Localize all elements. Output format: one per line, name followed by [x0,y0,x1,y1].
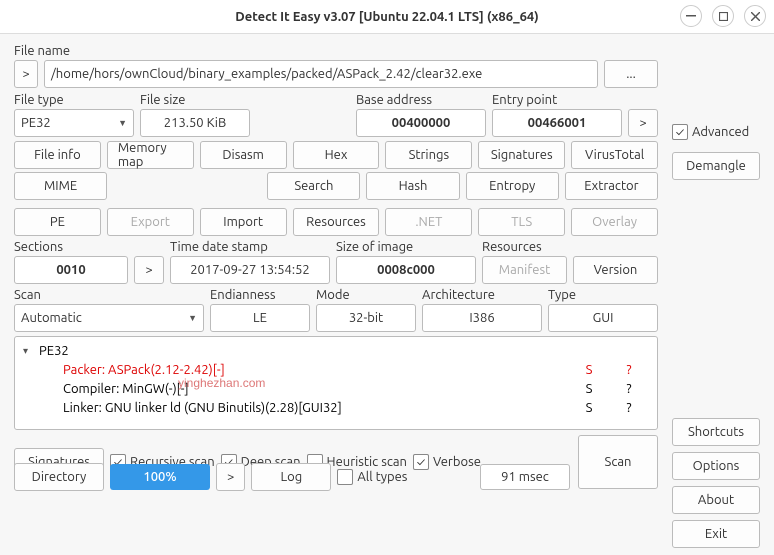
filename-label: File name [14,44,658,58]
filename-go-button[interactable]: > [14,60,38,88]
endian-label: Endianness [210,288,310,302]
scan-button[interactable]: Scan [578,435,658,489]
shortcuts-button[interactable]: Shortcuts [672,418,760,446]
sizeimg-label: Size of image [336,240,476,254]
minimize-button[interactable] [680,5,702,27]
demangle-button[interactable]: Demangle [672,152,760,180]
arch-label: Architecture [422,288,542,302]
type-value: GUI [548,304,658,332]
hash-button[interactable]: Hash [366,172,459,200]
baseaddr-value[interactable]: 00400000 [356,109,486,137]
import-button[interactable]: Import [200,208,287,236]
log-button[interactable]: Log [251,463,331,491]
bits-value: 32-bit [316,304,416,332]
scan-time: 91 msec [480,464,570,490]
filesize-value: 213.50 KiB [140,109,250,137]
entry-value[interactable]: 00466001 [492,109,622,137]
result-tree[interactable]: ▾ PE32 Packer: ASPack(2.12-2.42)[-]S?Com… [14,336,658,430]
timestamp-label: Time date stamp [170,240,330,254]
chevron-down-icon: ▼ [188,313,197,323]
sections-go-button[interactable]: > [134,256,164,284]
baseaddr-label: Base address [356,93,486,107]
version-button[interactable]: Version [573,256,658,284]
search-button[interactable]: Search [267,172,360,200]
mime-button[interactable]: MIME [14,172,107,200]
progress-bar: 100% [110,464,210,490]
manifest-button: Manifest [482,256,567,284]
filesize-label: File size [140,93,250,107]
timestamp-value[interactable]: 2017-09-27 13:54:52 [170,256,330,284]
filetype-select[interactable]: PE32▼ [14,109,134,137]
exit-button[interactable]: Exit [672,520,760,548]
extractor-button[interactable]: Extractor [565,172,658,200]
sizeimg-value[interactable]: 0008c000 [336,256,476,284]
resources-button[interactable]: Resources [293,208,380,236]
about-button[interactable]: About [672,486,760,514]
disasm-button[interactable]: Disasm [200,141,287,169]
signatures-button[interactable]: Signatures [478,141,565,169]
alltypes-checkbox[interactable]: All types [337,469,407,485]
fileinfo-button[interactable]: File info [14,141,101,169]
pe-button[interactable]: PE [14,208,101,236]
maximize-button[interactable] [712,5,734,27]
filename-input[interactable]: /home/hors/ownCloud/binary_examples/pack… [44,60,598,88]
strings-button[interactable]: Strings [385,141,472,169]
type-label: Type [548,288,658,302]
directory-button[interactable]: Directory [14,463,104,491]
sections-label: Sections [14,240,164,254]
tree-row[interactable]: Packer: ASPack(2.12-2.42)[-]S? [23,360,649,379]
overlay-button: Overlay [571,208,658,236]
tree-root[interactable]: PE32 [39,344,649,358]
entropy-button[interactable]: Entropy [466,172,559,200]
sections-value[interactable]: 0010 [14,256,128,284]
browse-button[interactable]: ... [604,60,658,88]
advanced-checkbox[interactable]: ✓Advanced [672,118,760,146]
hex-button[interactable]: Hex [293,141,380,169]
options-button[interactable]: Options [672,452,760,480]
window-title: Detect It Easy v3.07 [Ubuntu 22.04.1 LTS… [235,10,539,24]
mode-label: Mode [316,288,416,302]
export-button: Export [107,208,194,236]
virustotal-button[interactable]: VirusTotal [571,141,658,169]
entry-label: Entry point [492,93,622,107]
tree-expand-icon[interactable]: ▾ [23,345,39,357]
resources-label: Resources [482,240,658,254]
memmap-button[interactable]: Memory map [107,141,194,169]
close-button[interactable] [744,5,766,27]
filetype-label: File type [14,93,134,107]
progress-go-button[interactable]: > [216,463,245,491]
tls-button: TLS [478,208,565,236]
arch-value: I386 [422,304,542,332]
tree-row[interactable]: Linker: GNU linker ld (GNU Binutils)(2.2… [23,398,649,417]
scan-label: Scan [14,288,204,302]
endian-value: LE [210,304,310,332]
chevron-down-icon: ▼ [118,118,127,128]
scan-mode-select[interactable]: Automatic▼ [14,304,204,332]
verbose-checkbox[interactable]: ✓Verbose [413,454,481,470]
entry-go-button[interactable]: > [628,109,658,137]
net-button: .NET [385,208,472,236]
tree-row[interactable]: Compiler: MinGW(-)[-]S? [23,379,649,398]
